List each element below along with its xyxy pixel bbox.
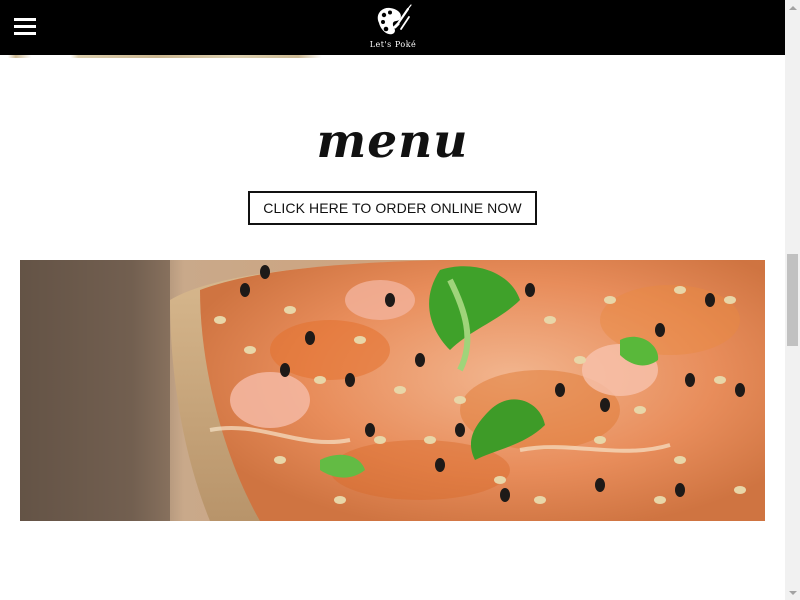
arrow-down-shape <box>788 590 797 595</box>
hamburger-menu-icon[interactable] <box>14 17 36 37</box>
logo-text: Let's Poké <box>369 40 417 49</box>
poke-bowl-image <box>20 260 765 521</box>
poke-bowl-photo <box>20 260 765 521</box>
vertical-scrollbar[interactable] <box>785 0 800 600</box>
site-logo[interactable]: Let's Poké <box>365 3 421 52</box>
hamburger-line <box>14 18 36 21</box>
hamburger-line <box>14 25 36 28</box>
order-online-button[interactable]: CLICK HERE TO ORDER ONLINE NOW <box>248 191 537 225</box>
arrow-up-shape <box>788 5 797 10</box>
palette-logo-icon <box>377 4 412 35</box>
previous-section-image-edge <box>0 55 785 58</box>
scroll-thumb[interactable] <box>787 254 798 346</box>
site-header: Let's Poké <box>0 0 785 55</box>
hamburger-line <box>14 32 36 35</box>
page-title: menu <box>316 114 469 169</box>
scroll-up-arrow-icon[interactable] <box>785 0 800 15</box>
scroll-down-arrow-icon[interactable] <box>785 585 800 600</box>
